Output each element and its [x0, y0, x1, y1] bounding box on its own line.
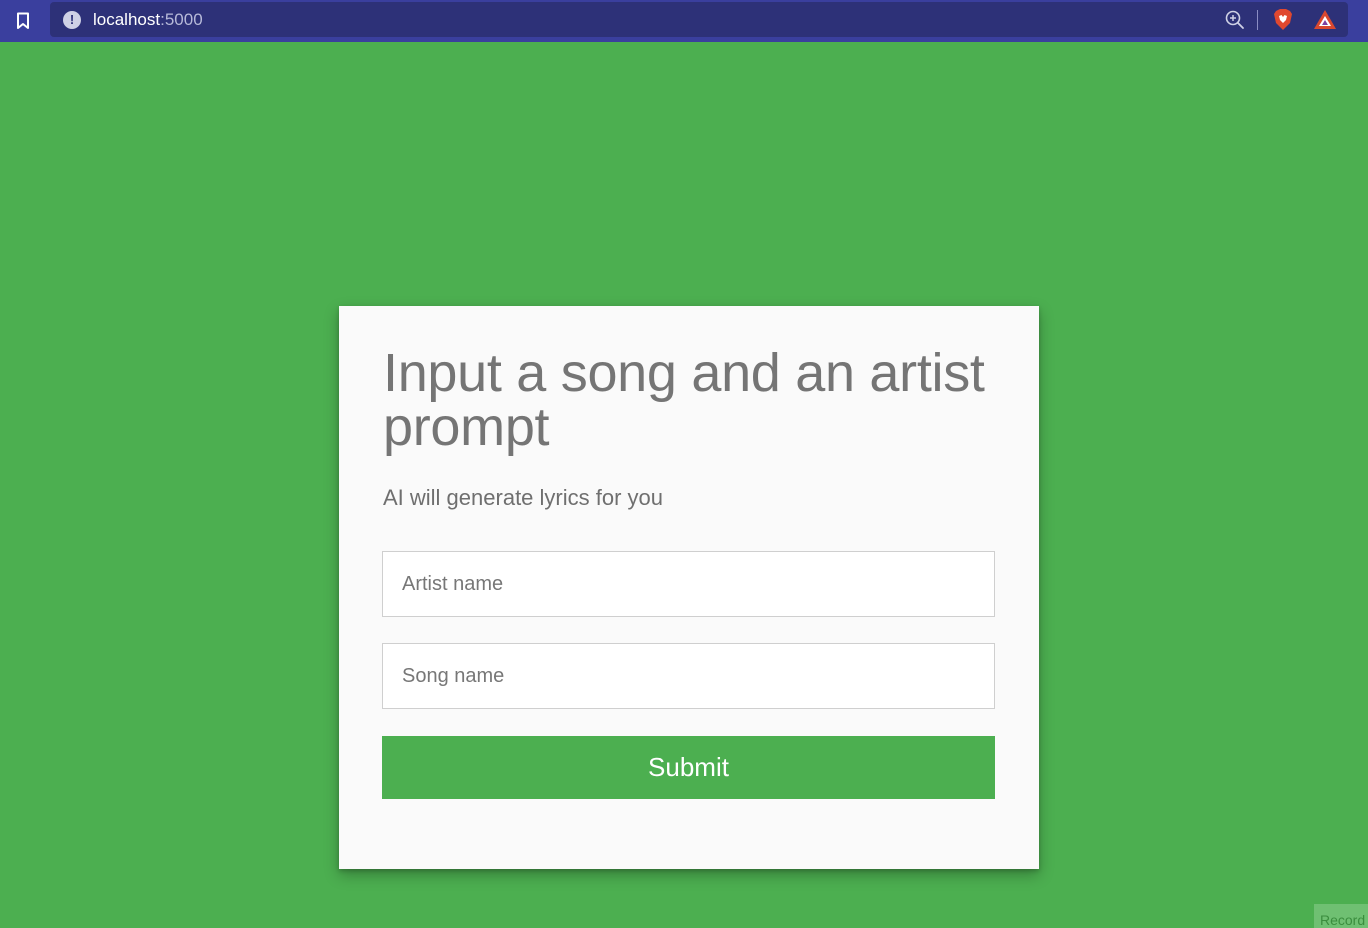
- browser-toolbar: ! localhost:5000: [0, 0, 1368, 42]
- url-host: localhost: [93, 10, 161, 29]
- brave-shields-icon: [1274, 9, 1292, 30]
- zoom-button[interactable]: [1224, 9, 1246, 31]
- record-tab[interactable]: Record: [1314, 904, 1368, 928]
- bookmark-icon: [17, 12, 29, 29]
- address-bar[interactable]: ! localhost:5000: [50, 2, 1348, 37]
- lyrics-form-card: Input a song and an artist prompt AI wil…: [339, 306, 1039, 869]
- info-icon[interactable]: !: [63, 11, 81, 29]
- song-name-input[interactable]: [382, 643, 995, 709]
- bookmark-button[interactable]: [8, 6, 38, 36]
- page-subtitle: AI will generate lyrics for you: [383, 485, 663, 510]
- zoom-in-icon: [1225, 10, 1244, 29]
- brave-shields-button[interactable]: [1270, 7, 1296, 33]
- artist-name-input[interactable]: [382, 551, 995, 617]
- url-port: :5000: [160, 10, 203, 29]
- page-title: Input a song and an artist prompt: [383, 343, 985, 457]
- toolbar-divider: [1257, 10, 1258, 30]
- submit-button[interactable]: Submit: [382, 736, 995, 799]
- brave-rewards-icon: [1314, 10, 1336, 29]
- url-text[interactable]: localhost:5000: [93, 10, 203, 30]
- brave-rewards-button[interactable]: [1312, 7, 1338, 33]
